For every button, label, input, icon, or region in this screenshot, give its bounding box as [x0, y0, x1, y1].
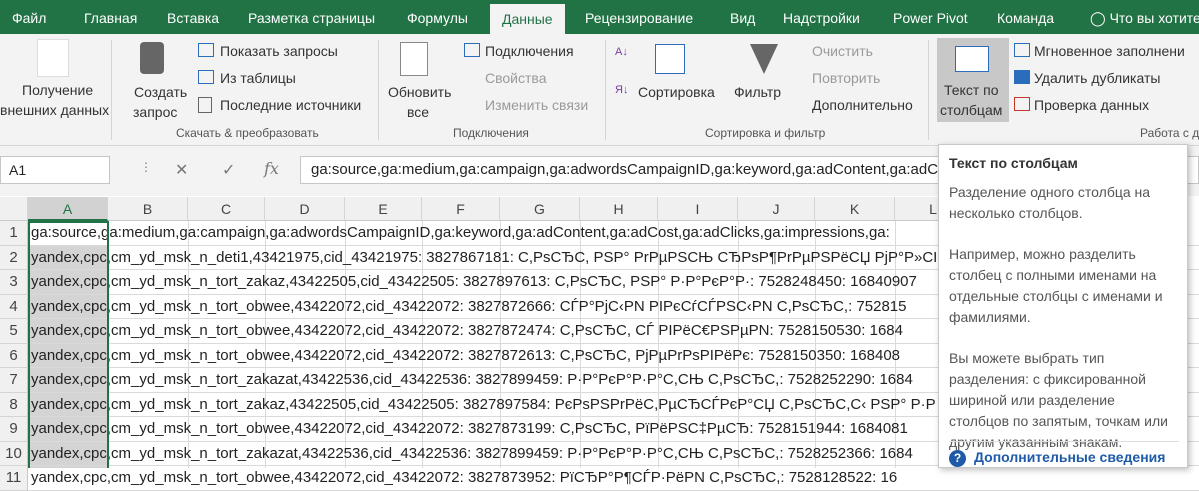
group-connections-label: Подключения — [453, 126, 529, 140]
group-get-transform-label: Скачать & преобразовать — [176, 126, 319, 140]
ribbon: Получение внешних данных Создать запрос … — [0, 34, 1199, 146]
row-header[interactable]: 1 — [0, 221, 28, 246]
row-header[interactable]: 6 — [0, 343, 28, 368]
tell-me-search[interactable]: ◯ Что вы хотите — [1090, 0, 1199, 34]
refresh-all-label-2[interactable]: все — [407, 104, 429, 120]
column-header-i[interactable]: I — [658, 197, 738, 221]
row-header[interactable]: 4 — [0, 294, 28, 319]
column-header-b[interactable]: B — [108, 197, 188, 221]
flash-fill-icon — [1014, 43, 1030, 57]
text-to-columns-label-2: столбцам — [940, 102, 1003, 118]
text-to-columns-icon — [955, 46, 989, 72]
cancel-icon[interactable]: ✕ — [175, 160, 188, 188]
get-external-data-icon — [37, 39, 69, 77]
group-data-tools-label: Работа с д — [1140, 126, 1199, 140]
tab-formulas[interactable]: Формулы — [407, 0, 468, 34]
column-header-g[interactable]: G — [500, 197, 580, 221]
from-table-button[interactable]: Из таблицы — [220, 70, 296, 86]
sort-button[interactable]: Сортировка — [638, 84, 715, 100]
get-external-data-label-2[interactable]: внешних данных — [0, 102, 109, 118]
column-header-j[interactable]: J — [738, 197, 815, 221]
name-box[interactable]: A1 — [0, 156, 110, 184]
row-header[interactable]: 10 — [0, 441, 28, 466]
tab-review[interactable]: Рецензирование — [585, 0, 693, 34]
clear-button[interactable]: Очистить — [812, 43, 873, 59]
tab-power-pivot[interactable]: Power Pivot — [893, 0, 968, 34]
column-header-a[interactable]: A — [28, 197, 108, 221]
refresh-all-label-1[interactable]: Обновить — [388, 84, 451, 100]
row-header[interactable]: 2 — [0, 245, 28, 270]
connections-button[interactable]: Подключения — [485, 43, 574, 59]
sort-az-icon[interactable]: А↓ — [615, 46, 628, 58]
selection-border — [28, 221, 109, 468]
column-header-f[interactable]: F — [422, 197, 500, 221]
refresh-all-icon — [400, 42, 428, 76]
remove-duplicates-button[interactable]: Удалить дубликаты — [1034, 70, 1160, 86]
tooltip-paragraph-1: Разделение одного столбца на несколько с… — [949, 184, 1151, 221]
tab-page-layout[interactable]: Разметка страницы — [248, 0, 375, 34]
flash-fill-button[interactable]: Мгновенное заполнени — [1034, 43, 1185, 59]
data-validation-button[interactable]: Проверка данных — [1034, 97, 1149, 113]
more-info-label: Дополнительные сведения — [974, 449, 1166, 465]
column-header-h[interactable]: H — [580, 197, 658, 221]
tooltip-title: Текст по столбцам — [949, 155, 1078, 171]
row-header[interactable]: 5 — [0, 319, 28, 344]
recent-sources-button[interactable]: Последние источники — [220, 97, 361, 113]
insert-function-icon[interactable]: fx — [264, 159, 279, 187]
tab-team[interactable]: Команда — [997, 0, 1054, 34]
tell-me-text: Что вы хотите — [1109, 10, 1199, 26]
sort-za-icon[interactable]: Я↓ — [615, 84, 628, 96]
reapply-button[interactable]: Повторить — [812, 70, 880, 86]
filter-button[interactable]: Фильтр — [734, 84, 781, 100]
help-icon: ? — [949, 450, 966, 467]
recent-sources-icon — [198, 97, 212, 113]
row-header[interactable]: 3 — [0, 270, 28, 295]
tooltip-paragraph-2: Например, можно разделить столбец с полн… — [949, 246, 1163, 325]
tooltip-paragraph-3: Вы можете выбрать тип разделения: с фикс… — [949, 350, 1168, 450]
properties-button[interactable]: Свойства — [485, 70, 546, 86]
tab-data[interactable]: Данные — [490, 4, 565, 34]
tab-addins[interactable]: Надстройки — [783, 0, 860, 34]
tab-home[interactable]: Главная — [84, 0, 137, 34]
text-to-columns-label-1: Текст по — [944, 82, 999, 98]
row-header[interactable]: 7 — [0, 368, 28, 393]
tooltip-more-info-link[interactable]: ? Дополнительные сведения — [949, 441, 1179, 467]
row-header[interactable]: 9 — [0, 417, 28, 442]
show-queries-button[interactable]: Показать запросы — [220, 43, 338, 59]
select-all-corner[interactable] — [0, 197, 28, 221]
get-external-data-label-1[interactable]: Получение — [22, 82, 93, 98]
tab-file[interactable]: Файл — [12, 0, 46, 34]
new-query-label-1[interactable]: Создать — [134, 84, 187, 100]
column-header-d[interactable]: D — [265, 197, 345, 221]
more-options-icon[interactable]: ⋮ — [140, 160, 152, 188]
filter-icon — [750, 44, 778, 74]
show-queries-icon — [198, 43, 214, 57]
remove-duplicates-icon — [1014, 70, 1030, 84]
row-header[interactable]: 8 — [0, 392, 28, 417]
from-table-icon — [198, 70, 214, 84]
column-header-k[interactable]: K — [815, 197, 895, 221]
text-to-columns-tooltip: Текст по столбцам Разделение одного стол… — [938, 144, 1188, 468]
column-header-e[interactable]: E — [345, 197, 422, 221]
tab-insert[interactable]: Вставка — [167, 0, 219, 34]
tab-view[interactable]: Вид — [730, 0, 755, 34]
group-sort-filter-label: Сортировка и фильтр — [705, 126, 826, 140]
text-to-columns-button[interactable]: Текст по столбцам — [937, 38, 1009, 122]
new-query-label-2[interactable]: запрос — [133, 104, 177, 120]
ribbon-tabs: Файл Главная Вставка Разметка страницы Ф… — [0, 0, 1199, 34]
column-header-c[interactable]: C — [188, 197, 265, 221]
table-row[interactable]: yandex,cpc,cm_yd_msk_n_tort_obwee,434220… — [28, 466, 1199, 491]
edit-links-button[interactable]: Изменить связи — [485, 97, 588, 113]
advanced-filter-button[interactable]: Дополнительно — [812, 97, 913, 113]
enter-icon[interactable]: ✓ — [222, 160, 235, 188]
new-query-icon — [140, 42, 164, 74]
sort-icon — [655, 44, 685, 74]
connections-icon — [464, 43, 480, 57]
lightbulb-icon: ◯ — [1090, 10, 1106, 26]
data-validation-icon — [1014, 97, 1030, 111]
row-header[interactable]: 11 — [0, 466, 28, 491]
